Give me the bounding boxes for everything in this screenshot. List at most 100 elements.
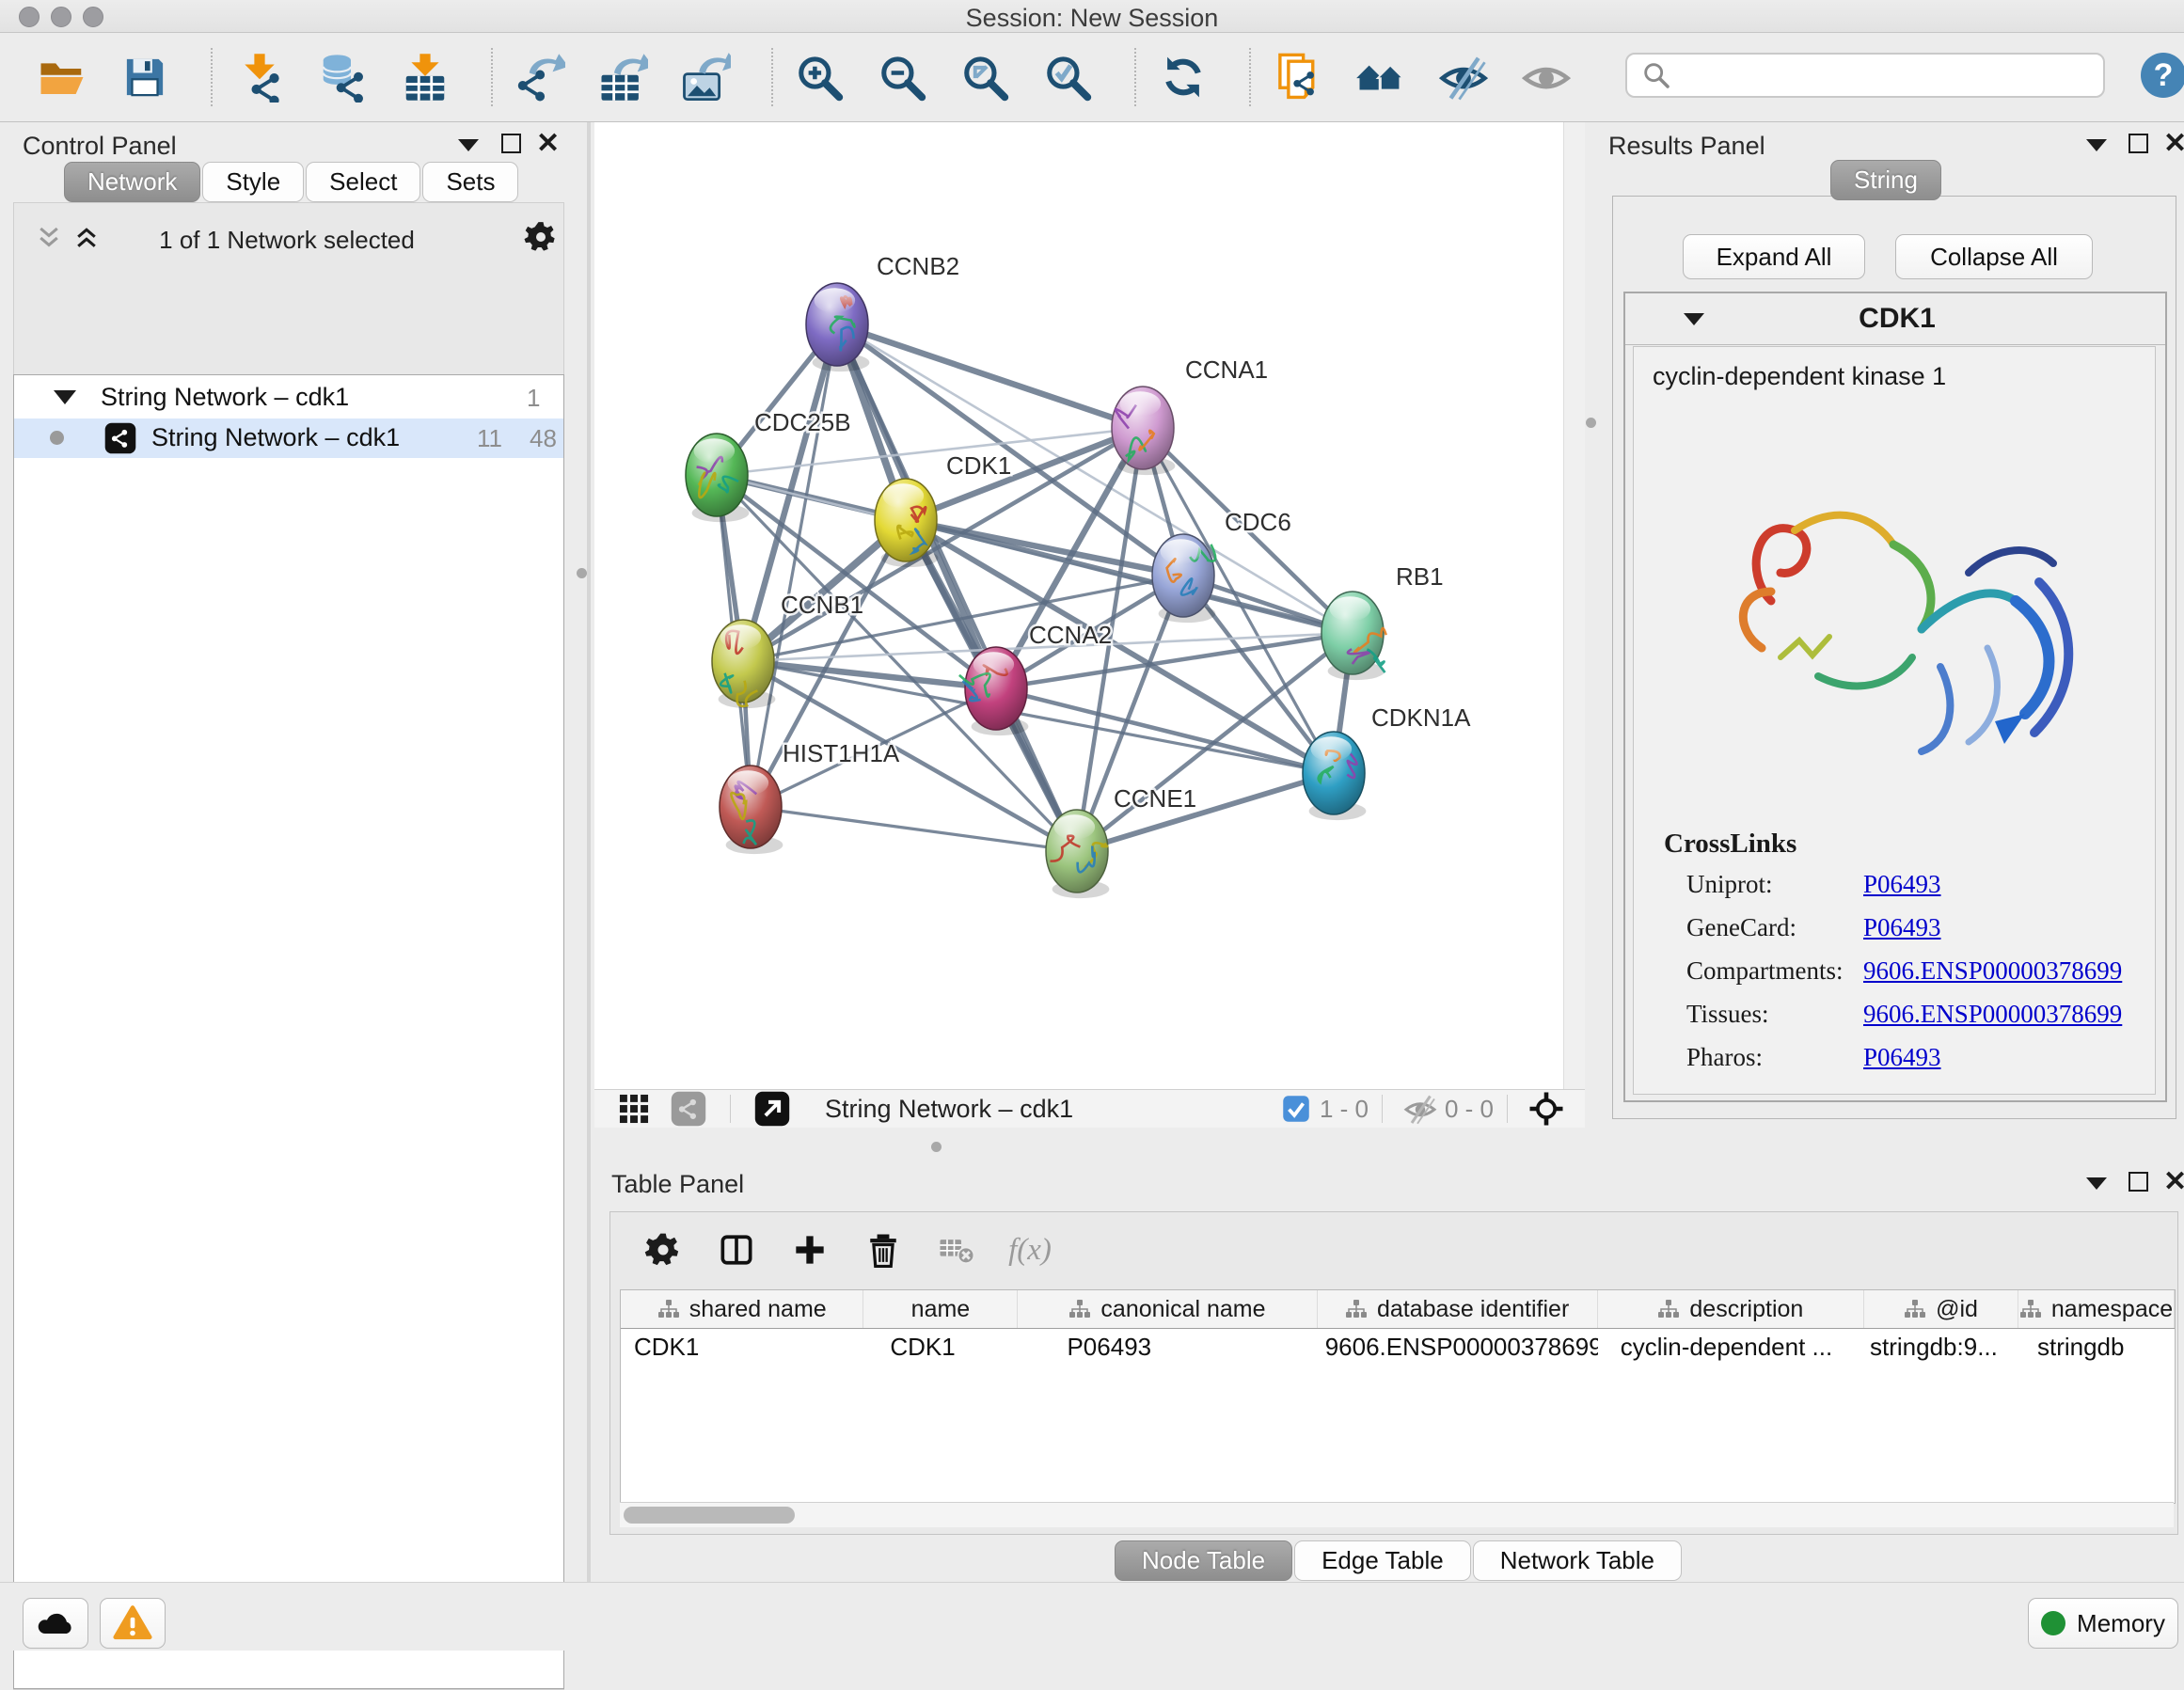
network-edge[interactable] — [751, 324, 837, 807]
selected-checkbox-icon[interactable] — [1280, 1093, 1312, 1125]
zoom-fit-button[interactable] — [959, 51, 1012, 103]
results-panel-menu-icon[interactable] — [2086, 139, 2107, 151]
collapse-all-button[interactable]: Collapse All — [1895, 234, 2093, 279]
add-column-icon[interactable] — [785, 1225, 834, 1274]
network-tree-selected-row[interactable]: String Network – cdk1 11 48 — [14, 419, 563, 458]
memory-button[interactable]: Memory — [2028, 1598, 2178, 1649]
import-network-file-button[interactable] — [233, 51, 286, 103]
table-cell[interactable]: stringdb — [2018, 1329, 2175, 1365]
results-panel-float-icon[interactable] — [2129, 134, 2148, 153]
table-hscrollbar-thumb[interactable] — [624, 1507, 795, 1524]
home-button[interactable] — [1354, 51, 1407, 103]
export-table-button[interactable] — [596, 51, 649, 103]
show-columns-icon[interactable] — [712, 1225, 761, 1274]
left-splitter-handle[interactable] — [577, 568, 587, 578]
crosslink-value-link[interactable]: P06493 — [1863, 1043, 1941, 1072]
network-edge[interactable] — [996, 688, 1334, 773]
birdseye-crosshair-icon[interactable] — [1525, 1087, 1568, 1130]
tab-sets[interactable]: Sets — [422, 162, 518, 202]
network-node-CCNA2[interactable] — [959, 647, 1028, 735]
network-edge[interactable] — [837, 324, 1353, 633]
network-node-RB1[interactable] — [1321, 592, 1386, 680]
hidden-eye-icon[interactable] — [1401, 1090, 1439, 1128]
crosslink-value-link[interactable]: 9606.ENSP00000378699 — [1863, 1000, 2122, 1029]
open-view-icon[interactable] — [752, 1088, 793, 1129]
network-node-HIST1H1A[interactable] — [720, 766, 783, 854]
network-edge[interactable] — [1183, 576, 1334, 773]
gene-collapse-icon[interactable] — [1684, 313, 1704, 325]
network-node-CCNB2[interactable] — [806, 283, 869, 371]
control-panel-close-icon[interactable]: ✕ — [536, 134, 560, 154]
column-header-shared-name[interactable]: shared name — [621, 1290, 863, 1328]
table-panel-float-icon[interactable] — [2129, 1172, 2148, 1192]
network-node-CDK1[interactable] — [875, 479, 938, 567]
network-vscrollbar[interactable] — [1563, 122, 1585, 1089]
column-header-canonical-name[interactable]: canonical name — [1018, 1290, 1317, 1328]
table-panel-close-icon[interactable]: ✕ — [2163, 1172, 2184, 1192]
network-node-CDC25B[interactable] — [686, 434, 749, 522]
cloud-button[interactable] — [23, 1598, 88, 1649]
gene-panel-header[interactable]: CDK1 — [1625, 293, 2165, 345]
show-all-button[interactable] — [1520, 51, 1573, 103]
column-header-description[interactable]: description — [1598, 1290, 1864, 1328]
zoom-out-button[interactable] — [877, 51, 929, 103]
tab-select[interactable]: Select — [306, 162, 420, 202]
table-cell[interactable]: P06493 — [1018, 1329, 1317, 1365]
table-cell[interactable]: 9606.ENSP00000378699 — [1318, 1329, 1598, 1365]
network-node-CCNA1[interactable] — [1112, 387, 1175, 475]
tab-network[interactable]: Network — [64, 162, 200, 202]
results-panel-close-icon[interactable]: ✕ — [2163, 134, 2184, 154]
save-session-button[interactable] — [119, 51, 171, 103]
table-cell[interactable]: cyclin-dependent ... — [1598, 1329, 1864, 1365]
network-node-CDKN1A[interactable] — [1303, 732, 1366, 820]
table-options-gear-icon[interactable] — [639, 1225, 688, 1274]
zoom-in-button[interactable] — [794, 51, 847, 103]
zoom-selected-button[interactable] — [1042, 51, 1095, 103]
network-node-CCNE1[interactable] — [1046, 810, 1109, 898]
column-header-database-identifier[interactable]: database identifier — [1318, 1290, 1598, 1328]
control-panel-menu-icon[interactable] — [458, 139, 479, 151]
help-button[interactable]: ? — [2141, 53, 2184, 98]
network-node-CDC6[interactable] — [1152, 534, 1215, 623]
tab-string[interactable]: String — [1830, 160, 1941, 200]
tree-expander-icon[interactable] — [54, 390, 76, 404]
import-network-database-button[interactable] — [316, 51, 369, 103]
column-header-namespace[interactable]: namespace — [2018, 1290, 2175, 1328]
control-panel-float-icon[interactable] — [501, 134, 521, 153]
crosslink-value-link[interactable]: P06493 — [1863, 913, 1941, 942]
crosslink-value-link[interactable]: 9606.ENSP00000378699 — [1863, 956, 2122, 986]
expand-all-button[interactable]: Expand All — [1683, 234, 1865, 279]
network-view-icon[interactable] — [668, 1088, 709, 1129]
network-tree-root-row[interactable]: String Network – cdk1 1 — [14, 381, 563, 417]
export-network-button[interactable] — [514, 51, 566, 103]
network-options-gear-icon[interactable] — [522, 218, 560, 256]
table-cell[interactable]: stringdb:9... — [1864, 1329, 2018, 1365]
refresh-network-button[interactable] — [1157, 51, 1210, 103]
column-header-name[interactable]: name — [863, 1290, 1018, 1328]
tab-node-table[interactable]: Node Table — [1115, 1540, 1292, 1581]
network-edge[interactable] — [751, 807, 1077, 851]
network-edge[interactable] — [837, 324, 1143, 428]
table-hscrollbar[interactable] — [620, 1502, 2174, 1527]
search-input[interactable] — [1672, 61, 2081, 90]
expand-all-networks-icon[interactable] — [72, 224, 101, 252]
delete-column-icon[interactable] — [859, 1225, 908, 1274]
network-node-CCNB1[interactable] — [712, 620, 775, 708]
export-image-button[interactable] — [679, 51, 732, 103]
grid-view-icon[interactable] — [613, 1088, 655, 1129]
tab-network-table[interactable]: Network Table — [1473, 1540, 1682, 1581]
crosslink-value-link[interactable]: P06493 — [1863, 870, 1941, 899]
network-canvas[interactable]: CCNB2CCNA1CDC25BCDK1CDC6RB1CCNB1CCNA2CDK… — [594, 122, 1585, 1089]
import-table-file-button[interactable] — [399, 51, 451, 103]
table-cell[interactable]: CDK1 — [621, 1329, 863, 1365]
hide-selected-button[interactable] — [1437, 51, 1490, 103]
column-header--id[interactable]: @id — [1864, 1290, 2018, 1328]
warnings-button[interactable] — [100, 1598, 166, 1649]
collapse-all-networks-icon[interactable] — [35, 224, 63, 252]
tab-style[interactable]: Style — [202, 162, 304, 202]
table-panel-menu-icon[interactable] — [2086, 1177, 2107, 1190]
open-file-button[interactable] — [36, 51, 88, 103]
tab-edge-table[interactable]: Edge Table — [1294, 1540, 1471, 1581]
table-row[interactable]: CDK1CDK1P064939606.ENSP00000378699cyclin… — [621, 1329, 2175, 1365]
table-cell[interactable]: CDK1 — [863, 1329, 1018, 1365]
